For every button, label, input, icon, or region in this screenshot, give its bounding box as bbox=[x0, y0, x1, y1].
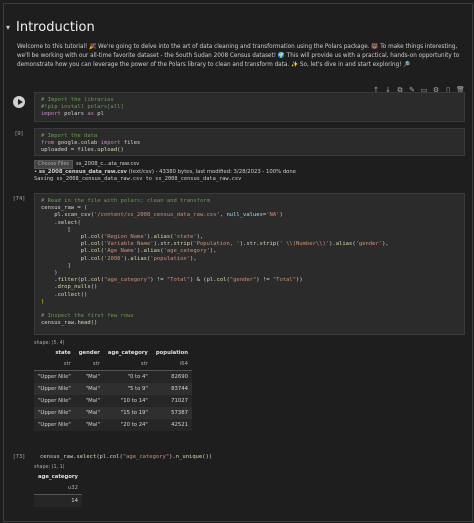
column-header: age_category bbox=[38, 474, 78, 480]
dataframe-table: age_category u32 14 bbox=[34, 472, 82, 507]
saving-message: Saving ss_2008_census_data_raw.csv to ss… bbox=[34, 176, 242, 182]
dtype-cell: u32 bbox=[34, 482, 82, 495]
code-cell-2[interactable]: [9] # Import the data from google.colab … bbox=[7, 128, 468, 158]
dtype-row: str str str i64 bbox=[34, 358, 193, 371]
upload-output: Choose Files ss_2008_c...ata_raw.csv • ss… bbox=[34, 160, 297, 182]
column-header: gender bbox=[78, 350, 100, 356]
choose-files-button[interactable]: Choose Files bbox=[34, 160, 74, 169]
upload-filename: ss_2008_c...ata_raw.csv bbox=[76, 161, 140, 167]
code-editor[interactable]: census_raw.select(pl.col("age_category")… bbox=[34, 452, 465, 464]
table-row: "Upper Nile" "Mal" "20 to 24" 42521 bbox=[34, 419, 193, 431]
table-cell: 57387 bbox=[151, 407, 193, 419]
table-row: 14 bbox=[34, 494, 82, 507]
table-row: "Upper Nile" "Mal" "0 to 4" 82690 bbox=[34, 370, 193, 383]
section-heading[interactable]: ▾ Introduction bbox=[6, 20, 95, 35]
column-header: population bbox=[155, 350, 189, 356]
table-cell: 82690 bbox=[151, 370, 193, 383]
table-cell: "Mal" bbox=[74, 407, 104, 419]
table-cell: "Upper Nile" bbox=[34, 395, 75, 407]
dataframe-shape: shape: (1, 1) bbox=[34, 465, 65, 470]
run-cell-button[interactable] bbox=[13, 96, 25, 108]
table-cell: "Upper Nile" bbox=[34, 370, 75, 383]
dtype-cell: i64 bbox=[151, 358, 193, 371]
table-cell: "Mal" bbox=[74, 395, 104, 407]
table-cell: 42521 bbox=[151, 419, 193, 431]
table-cell: "20 to 24" bbox=[103, 419, 152, 431]
dataframe-output-1: shape: (5, 4) state gender age_category pop… bbox=[34, 341, 193, 431]
table-cell: "Upper Nile" bbox=[34, 407, 75, 419]
code-cell-1[interactable]: # Import the libraries #!pip install pol… bbox=[7, 92, 468, 122]
dtype-cell: str bbox=[74, 358, 104, 371]
code-editor[interactable]: # Read in the file with polars; clean an… bbox=[34, 193, 465, 335]
code-cell-4[interactable]: [73] census_raw.select(pl.col("age_categ… bbox=[7, 452, 468, 466]
cell-exec-label: [9] bbox=[15, 131, 23, 137]
dataframe-output-2: shape: (1, 1) age_category u32 14 bbox=[34, 465, 82, 507]
table-cell: 14 bbox=[34, 494, 82, 507]
table-row: "Upper Nile" "Mal" "15 to 19" 57387 bbox=[34, 407, 193, 419]
uploaded-file-info: (text/csv) - 43380 bytes, last modified:… bbox=[128, 169, 297, 175]
uploaded-file-name: ss_2008_census_data_raw.csv bbox=[38, 169, 128, 175]
table-cell: "15 to 19" bbox=[103, 407, 152, 419]
intro-text: Welcome to this tutorial! 🎉 We're going … bbox=[17, 44, 460, 68]
table-cell: "Upper Nile" bbox=[34, 383, 75, 395]
table-cell: "Upper Nile" bbox=[34, 419, 75, 431]
table-cell: "Mal" bbox=[74, 419, 104, 431]
dataframe-shape: shape: (5, 4) bbox=[34, 341, 65, 346]
table-row: "Upper Nile" "Mal" "10 to 14" 71027 bbox=[34, 395, 193, 407]
table-row: "Upper Nile" "Mal" "5 to 9" 83744 bbox=[34, 383, 193, 395]
table-cell: "10 to 14" bbox=[103, 395, 152, 407]
code-cell-3[interactable]: [74] # Read in the file with polars; cle… bbox=[7, 193, 468, 335]
dtype-cell: str bbox=[103, 358, 152, 371]
dtype-cell: str bbox=[34, 358, 75, 371]
table-cell: 71027 bbox=[151, 395, 193, 407]
table-cell: "Mal" bbox=[74, 383, 104, 395]
collapse-chevron-icon[interactable]: ▾ bbox=[6, 23, 10, 32]
table-cell: "Mal" bbox=[74, 370, 104, 383]
code-editor[interactable]: # Import the libraries #!pip install pol… bbox=[34, 92, 465, 122]
column-header: age_category bbox=[107, 350, 148, 356]
dtype-row: u32 bbox=[34, 482, 82, 495]
table-cell: 83744 bbox=[151, 383, 193, 395]
cell-exec-label: [74] bbox=[13, 196, 25, 202]
cell-exec-label: [73] bbox=[13, 454, 25, 460]
code-editor[interactable]: # Import the data from google.colab impo… bbox=[34, 128, 465, 156]
section-title: Introduction bbox=[16, 20, 95, 35]
dataframe-table: state gender age_category population str str… bbox=[34, 348, 193, 431]
table-cell: "5 to 9" bbox=[103, 383, 152, 395]
column-header: state bbox=[55, 350, 71, 356]
table-cell: "0 to 4" bbox=[103, 370, 152, 383]
